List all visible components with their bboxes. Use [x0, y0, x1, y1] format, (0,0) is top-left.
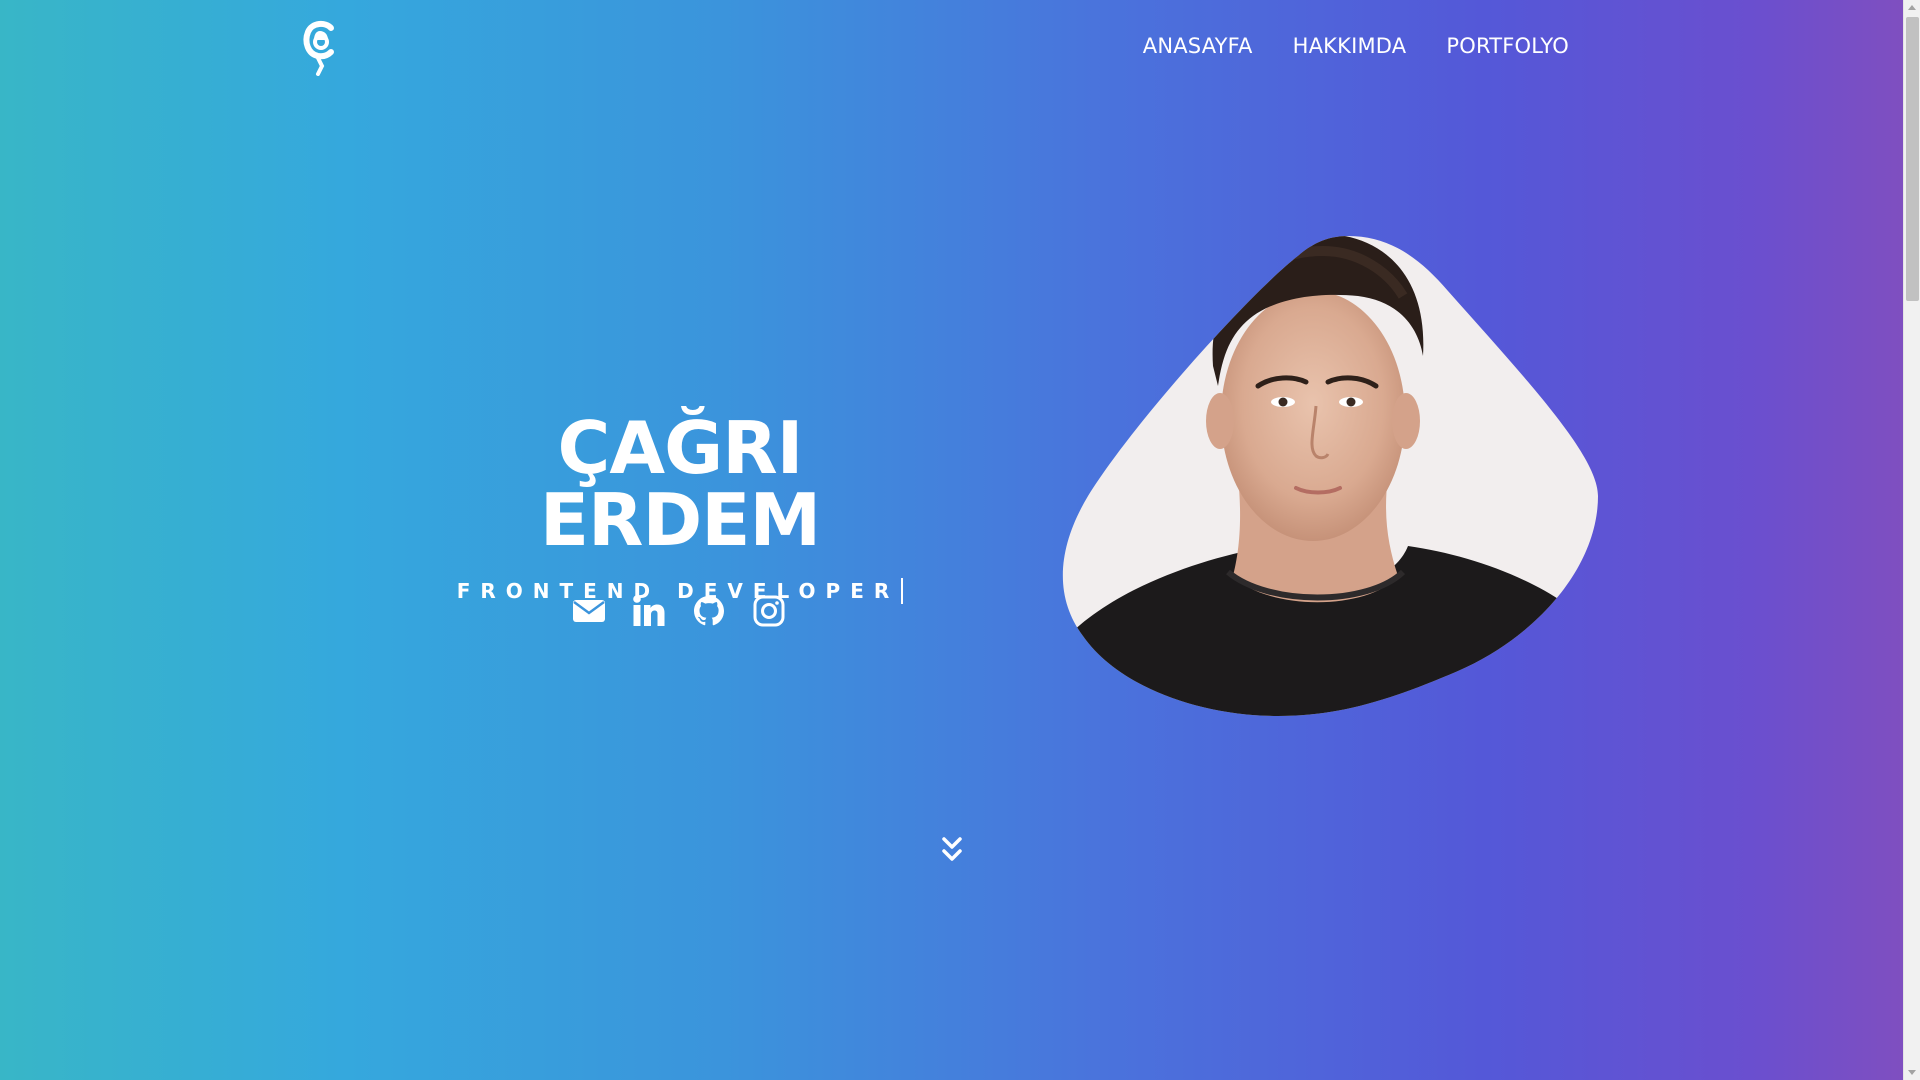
linkedin-link[interactable]	[632, 594, 666, 628]
linkedin-icon	[633, 595, 665, 626]
instagram-link[interactable]	[752, 594, 786, 628]
hero-text-block: ÇAĞRI ERDEM FRONTEND DEVELOPER	[420, 412, 940, 604]
instagram-icon	[753, 595, 785, 627]
scrollbar-thumb[interactable]	[1906, 17, 1919, 301]
github-icon	[694, 596, 724, 626]
main-nav: ANASAYFA HAKKIMDA PORTFOLYO	[1143, 34, 1569, 58]
scroll-up-arrow-icon[interactable]	[1908, 5, 1916, 10]
nav-portfolyo[interactable]: PORTFOLYO	[1446, 34, 1569, 58]
email-link[interactable]	[572, 594, 606, 628]
envelope-icon	[573, 600, 605, 622]
site-logo-icon[interactable]	[300, 18, 342, 76]
social-links	[572, 594, 786, 628]
vertical-scrollbar[interactable]	[1903, 0, 1920, 1080]
github-link[interactable]	[692, 594, 726, 628]
nav-anasayfa[interactable]: ANASAYFA	[1143, 34, 1253, 58]
double-chevron-down-icon[interactable]	[940, 836, 964, 864]
hero-name: ÇAĞRI ERDEM	[539, 406, 821, 562]
scroll-down-arrow-icon[interactable]	[1908, 1070, 1916, 1075]
hero-section: ANASAYFA HAKKIMDA PORTFOLYO ÇAĞRI ERDEM …	[0, 0, 1903, 1080]
nav-hakkimda[interactable]: HAKKIMDA	[1293, 34, 1407, 58]
typing-cursor	[901, 578, 904, 604]
profile-photo	[1062, 236, 1598, 716]
